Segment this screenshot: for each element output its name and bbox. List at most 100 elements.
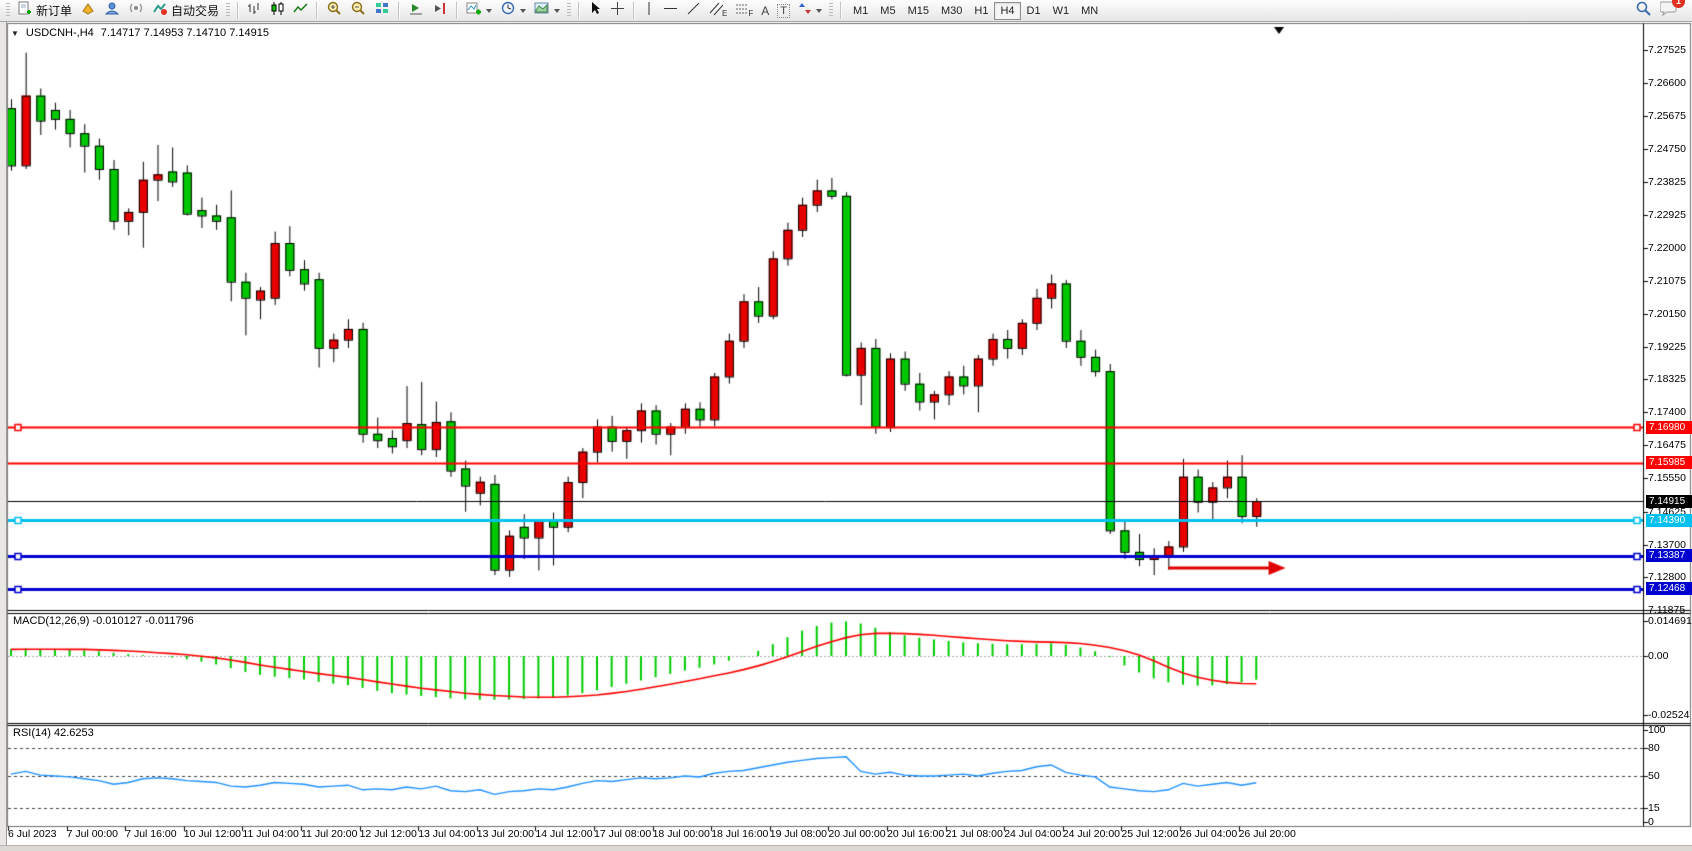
autoscroll-icon [408,1,424,21]
time-axis-label: 18 Jul 00:00 [653,828,710,840]
price-tick-label: 7.25675 [1648,110,1686,122]
price-tick-label: 7.26600 [1648,77,1686,89]
price-line-label: 7.15985 [1646,456,1692,469]
rsi-tick-label: 15 [1648,802,1660,814]
price-tick-label: 7.16475 [1648,439,1686,451]
symbol-dropdown-toggle[interactable]: ▼ [11,29,19,38]
time-axis-label: 13 Jul 04:00 [418,828,475,840]
crosshair-button[interactable] [607,1,628,21]
funds-button[interactable] [77,1,99,21]
time-axis-label: 20 Jul 00:00 [828,828,885,840]
toolbar-separator [237,2,239,19]
channel-tool[interactable]: E [706,1,730,21]
price-tick-label: 7.18325 [1648,373,1686,385]
trendline-icon [686,1,701,21]
new-order-button[interactable]: 新订单 [14,1,75,21]
templates-button[interactable] [531,1,563,21]
broadcast-icon [128,1,144,21]
timeframe-MN[interactable]: MN [1075,2,1104,20]
time-axis-label: 7 Jul 00:00 [67,828,118,840]
price-tick-label: 7.21075 [1648,275,1686,287]
time-axis-label: 26 Jul 20:00 [1239,828,1296,840]
toolbar-grip[interactable] [829,3,833,18]
time-axis-label: 19 Jul 08:00 [770,828,827,840]
time-axis-label: 24 Jul 04:00 [1004,828,1061,840]
community-button[interactable] [101,1,123,21]
fibo-letter: F [748,9,753,18]
horizontal-line-tool[interactable] [660,1,681,21]
fibonacci-tool[interactable]: F [732,1,756,21]
time-axis-label: 18 Jul 16:00 [711,828,768,840]
zoom-out-icon [350,1,366,21]
line-chart-button[interactable] [290,1,311,21]
vertical-line-tool[interactable] [640,1,658,21]
new-order-icon [17,1,33,21]
zoom-in-button[interactable] [323,1,345,21]
price-tick-label: 7.27525 [1648,44,1686,56]
arrows-tool[interactable] [795,1,825,21]
timeframe-M30[interactable]: M30 [935,2,968,20]
clock-icon [500,1,516,21]
zoom-in-icon [326,1,342,21]
chart-shift-icon [432,1,448,21]
bar-chart-button[interactable] [244,1,265,21]
broadcast-button[interactable] [125,1,147,21]
price-line-label: 7.14915 [1646,495,1692,508]
price-line-label: 7.12468 [1646,582,1692,595]
toolbar-separator [398,2,400,19]
price-tick-label: 7.20150 [1648,308,1686,320]
toolbar-grip[interactable] [226,3,230,18]
toolbar-separator [578,2,580,19]
toolbar-grip[interactable] [567,3,571,18]
rsi-tick-label: 80 [1648,742,1660,754]
timeframe-H4[interactable]: H4 [994,2,1020,20]
price-tick-label: 7.11875 [1648,604,1685,616]
autotrading-button[interactable]: 自动交易 [149,1,222,21]
bar-chart-icon [247,1,262,21]
timeframe-D1[interactable]: D1 [1021,2,1047,20]
timeframe-M15[interactable]: M15 [902,2,935,20]
chart-shift-button[interactable] [429,1,451,21]
cursor-button[interactable] [585,1,605,21]
timeframe-H1[interactable]: H1 [968,2,994,20]
price-tick-label: 7.24750 [1648,143,1686,155]
line-chart-icon [293,1,308,21]
price-chart-canvas[interactable] [0,22,1692,850]
rsi-indicator-label: RSI(14) 42.6253 [13,727,94,739]
text-tool[interactable]: A [758,1,772,21]
text-tool-icon: A [761,4,769,18]
toolbar-right-group: 1 [1635,0,1688,21]
horizontal-line-icon [663,1,678,21]
price-line-label: 7.14390 [1646,514,1692,527]
timeframe-W1[interactable]: W1 [1047,2,1076,20]
text-label-tool[interactable]: T [774,1,793,21]
tile-windows-icon [374,1,390,21]
chart-window: ▼ USDCNH-,H4 7.14717 7.14953 7.14710 7.1… [0,22,1692,850]
time-axis-label: 10 Jul 12:00 [184,828,241,840]
timeframe-toolbar: M1M5M15M30H1H4D1W1MN [847,2,1104,20]
timeframe-M1[interactable]: M1 [847,2,874,20]
chart-title-bar: ▼ USDCNH-,H4 7.14717 7.14953 7.14710 7.1… [11,27,269,39]
chevron-down-icon [486,9,492,13]
channel-icon [709,1,723,21]
tile-windows-button[interactable] [371,1,393,21]
arrows-icon [798,1,812,21]
rsi-tick-label: 100 [1648,724,1666,736]
periods-button[interactable] [497,1,529,21]
timeframe-M5[interactable]: M5 [874,2,901,20]
toolbar-grip[interactable] [6,3,10,18]
candle-chart-button[interactable] [267,1,288,21]
zoom-out-button[interactable] [347,1,369,21]
time-axis-label: 17 Jul 08:00 [594,828,651,840]
fibonacci-icon [735,1,749,21]
price-line-label: 7.13387 [1646,549,1692,562]
trendline-tool[interactable] [683,1,704,21]
price-tick-label: 7.23825 [1648,176,1686,188]
indicators-button[interactable] [463,1,495,21]
search-icon[interactable] [1635,0,1652,21]
toolbar-separator [840,2,842,19]
notifications-button[interactable]: 1 [1660,0,1678,21]
chevron-down-icon [520,9,526,13]
notification-badge: 1 [1672,0,1685,8]
autoscroll-button[interactable] [405,1,427,21]
